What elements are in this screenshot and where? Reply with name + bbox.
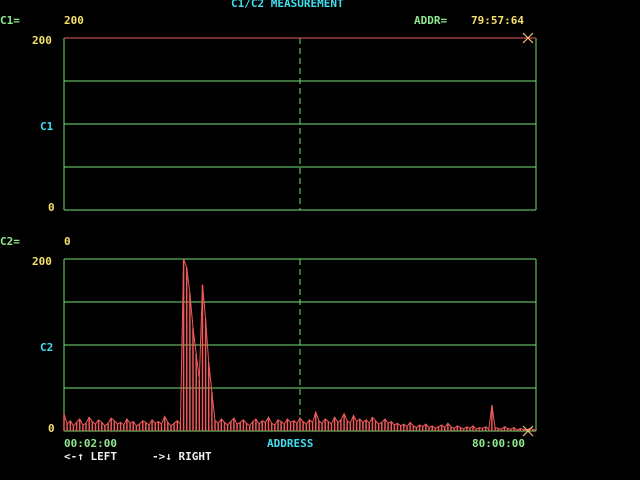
measurement-charts bbox=[63, 32, 537, 437]
